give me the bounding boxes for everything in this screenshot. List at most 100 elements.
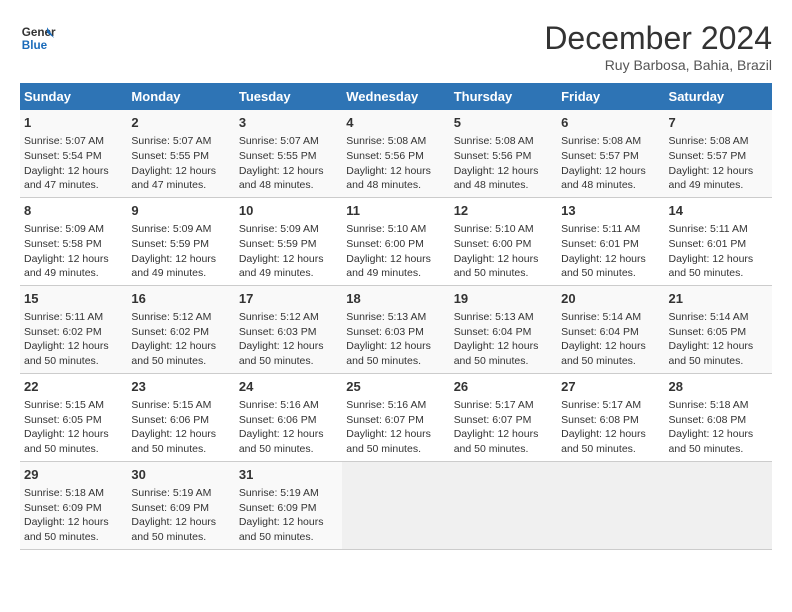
calendar-cell: 9Sunrise: 5:09 AMSunset: 5:59 PMDaylight… <box>127 197 234 285</box>
daylight-text: Daylight: 12 hours and 50 minutes. <box>561 340 646 367</box>
sunset-text: Sunset: 5:54 PM <box>24 150 102 162</box>
sunset-text: Sunset: 5:58 PM <box>24 238 102 250</box>
calendar-cell: 24Sunrise: 5:16 AMSunset: 6:06 PMDayligh… <box>235 373 342 461</box>
day-number: 6 <box>561 114 660 132</box>
daylight-text: Daylight: 12 hours and 50 minutes. <box>454 340 539 367</box>
sunset-text: Sunset: 6:04 PM <box>561 326 639 338</box>
header-tuesday: Tuesday <box>235 83 342 110</box>
calendar-cell: 13 Sunrise: 5:11 AM Sunset: 6:01 PM Dayligh… <box>557 197 664 285</box>
sunset-text: Sunset: 6:05 PM <box>24 414 102 426</box>
day-number: 26 <box>454 378 553 396</box>
daylight-text: Daylight: 12 hours and 50 minutes. <box>24 428 109 455</box>
sunrise-text: Sunrise: 5:19 AM <box>131 487 211 499</box>
calendar-cell: 31Sunrise: 5:19 AMSunset: 6:09 PMDayligh… <box>235 461 342 549</box>
day-number: 30 <box>131 466 230 484</box>
calendar-cell: 17Sunrise: 5:12 AMSunset: 6:03 PMDayligh… <box>235 285 342 373</box>
day-number: 28 <box>669 378 768 396</box>
day-number: 9 <box>131 202 230 220</box>
daylight-text: Daylight: 12 hours and 50 minutes. <box>561 253 646 280</box>
month-title: December 2024 <box>544 20 772 57</box>
sunset-text: Sunset: 6:07 PM <box>346 414 424 426</box>
day-number: 19 <box>454 290 553 308</box>
sunrise-text: Sunrise: 5:12 AM <box>239 311 319 323</box>
daylight-text: Daylight: 12 hours and 50 minutes. <box>24 340 109 367</box>
sunrise-text: Sunrise: 5:11 AM <box>561 223 640 235</box>
sunset-text: Sunset: 5:55 PM <box>131 150 209 162</box>
calendar-cell: 16Sunrise: 5:12 AMSunset: 6:02 PMDayligh… <box>127 285 234 373</box>
calendar-cell: 21Sunrise: 5:14 AMSunset: 6:05 PMDayligh… <box>665 285 772 373</box>
sunrise-text: Sunrise: 5:15 AM <box>131 399 211 411</box>
sunset-text: Sunset: 6:03 PM <box>346 326 424 338</box>
calendar-cell: 4Sunrise: 5:08 AMSunset: 5:56 PMDaylight… <box>342 110 449 197</box>
day-number: 14 <box>669 202 768 220</box>
sunrise-text: Sunrise: 5:17 AM <box>454 399 534 411</box>
sunrise-text: Sunrise: 5:07 AM <box>239 135 319 147</box>
calendar-cell: 23Sunrise: 5:15 AMSunset: 6:06 PMDayligh… <box>127 373 234 461</box>
logo: General Blue <box>20 20 56 56</box>
sunset-text: Sunset: 6:05 PM <box>669 326 747 338</box>
sunrise-text: Sunrise: 5:07 AM <box>131 135 211 147</box>
calendar-cell: 1Sunrise: 5:07 AMSunset: 5:54 PMDaylight… <box>20 110 127 197</box>
daylight-text: Daylight: 12 hours and 48 minutes. <box>239 165 324 192</box>
sunset-text: Sunset: 5:57 PM <box>561 150 639 162</box>
sunrise-text: Sunrise: 5:19 AM <box>239 487 319 499</box>
sunrise-text: Sunrise: 5:07 AM <box>24 135 104 147</box>
daylight-text: Daylight: 12 hours and 50 minutes. <box>669 428 754 455</box>
calendar-cell: 18Sunrise: 5:13 AMSunset: 6:03 PMDayligh… <box>342 285 449 373</box>
sunrise-text: Sunrise: 5:11 AM <box>24 311 103 323</box>
daylight-text: Daylight: 12 hours and 49 minutes. <box>239 253 324 280</box>
daylight-text: Daylight: 12 hours and 50 minutes. <box>131 428 216 455</box>
calendar-cell: 15Sunrise: 5:11 AMSunset: 6:02 PMDayligh… <box>20 285 127 373</box>
sunset-text: Sunset: 6:09 PM <box>239 502 317 514</box>
day-number: 13 <box>561 202 660 220</box>
calendar-table: Sunday Monday Tuesday Wednesday Thursday… <box>20 83 772 550</box>
day-number: 3 <box>239 114 338 132</box>
daylight-text: Daylight: 12 hours and 50 minutes. <box>131 516 216 543</box>
daylight-text: Daylight: 12 hours and 47 minutes. <box>24 165 109 192</box>
sunset-text: Sunset: 5:56 PM <box>346 150 424 162</box>
calendar-cell: 14Sunrise: 5:11 AMSunset: 6:01 PMDayligh… <box>665 197 772 285</box>
calendar-week-row: 15 Sunrise: 5:11 AM Sunset: 6:02 PM Dayligh… <box>20 285 772 373</box>
daylight-text: Daylight: 12 hours and 47 minutes. <box>131 165 216 192</box>
sunset-text: Sunset: 6:03 PM <box>239 326 317 338</box>
header-thursday: Thursday <box>450 83 557 110</box>
calendar-cell: 10Sunrise: 5:09 AMSunset: 5:59 PMDayligh… <box>235 197 342 285</box>
daylight-text: Daylight: 12 hours and 48 minutes. <box>561 165 646 192</box>
sunrise-text: Sunrise: 5:14 AM <box>561 311 641 323</box>
calendar-cell <box>450 461 557 549</box>
sunset-text: Sunset: 6:02 PM <box>131 326 209 338</box>
day-number: 15 <box>24 290 123 308</box>
sunset-text: Sunset: 6:01 PM <box>561 238 639 250</box>
day-number: 16 <box>131 290 230 308</box>
calendar-week-row: 8 Sunrise: 5:09 AM Sunset: 5:58 PM Daylight… <box>20 197 772 285</box>
header-monday: Monday <box>127 83 234 110</box>
day-number: 5 <box>454 114 553 132</box>
sunrise-text: Sunrise: 5:17 AM <box>561 399 641 411</box>
calendar-cell <box>342 461 449 549</box>
sunrise-text: Sunrise: 5:13 AM <box>346 311 426 323</box>
logo-icon: General Blue <box>20 20 56 56</box>
daylight-text: Daylight: 12 hours and 50 minutes. <box>669 340 754 367</box>
daylight-text: Daylight: 12 hours and 49 minutes. <box>669 165 754 192</box>
sunrise-text: Sunrise: 5:08 AM <box>561 135 641 147</box>
daylight-text: Daylight: 12 hours and 50 minutes. <box>669 253 754 280</box>
daylight-text: Daylight: 12 hours and 49 minutes. <box>346 253 431 280</box>
sunrise-text: Sunrise: 5:08 AM <box>346 135 426 147</box>
sunrise-text: Sunrise: 5:10 AM <box>454 223 534 235</box>
day-number: 4 <box>346 114 445 132</box>
daylight-text: Daylight: 12 hours and 50 minutes. <box>24 516 109 543</box>
sunset-text: Sunset: 6:08 PM <box>561 414 639 426</box>
calendar-cell <box>557 461 664 549</box>
calendar-cell: 27Sunrise: 5:17 AMSunset: 6:08 PMDayligh… <box>557 373 664 461</box>
sunrise-text: Sunrise: 5:16 AM <box>239 399 319 411</box>
daylight-text: Daylight: 12 hours and 49 minutes. <box>131 253 216 280</box>
sunrise-text: Sunrise: 5:13 AM <box>454 311 534 323</box>
sunrise-text: Sunrise: 5:11 AM <box>669 223 748 235</box>
daylight-text: Daylight: 12 hours and 50 minutes. <box>239 516 324 543</box>
calendar-cell: 22Sunrise: 5:15 AMSunset: 6:05 PMDayligh… <box>20 373 127 461</box>
day-number: 21 <box>669 290 768 308</box>
day-number: 8 <box>24 202 123 220</box>
sunrise-text: Sunrise: 5:15 AM <box>24 399 104 411</box>
sunrise-text: Sunrise: 5:09 AM <box>239 223 319 235</box>
sunset-text: Sunset: 6:00 PM <box>454 238 532 250</box>
